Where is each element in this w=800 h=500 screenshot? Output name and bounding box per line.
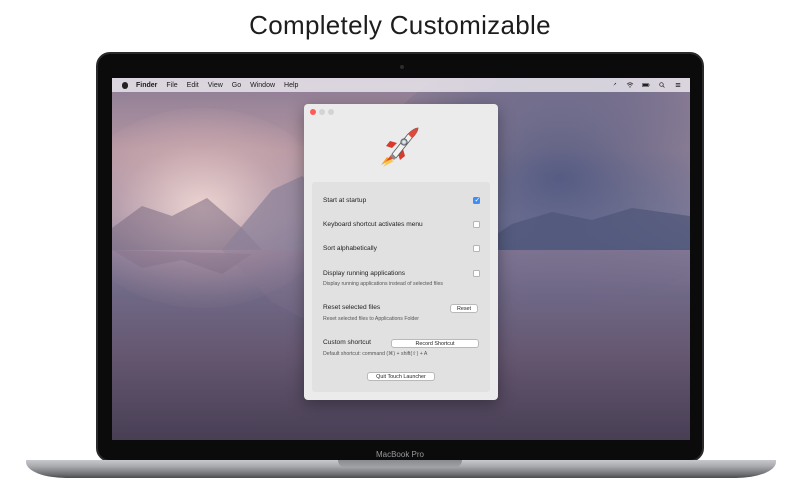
- reset-button[interactable]: Reset: [450, 304, 478, 313]
- headline: Completely Customizable: [249, 10, 551, 40]
- search-icon[interactable]: [658, 82, 666, 88]
- running-apps-checkbox[interactable]: [473, 270, 480, 277]
- setting-start-at-startup-label: Start at startup: [323, 197, 367, 204]
- setting-running-apps-label: Display running applications: [323, 270, 406, 277]
- rocket-icon: [381, 127, 419, 167]
- touch-launcher-window: Start at startup Keyboard shortcut activ…: [304, 104, 498, 400]
- battery-icon[interactable]: [642, 82, 650, 88]
- menu-view[interactable]: View: [208, 82, 223, 89]
- quit-button[interactable]: Quit Touch Launcher: [367, 372, 435, 381]
- menu-help[interactable]: Help: [284, 82, 298, 89]
- minimize-button[interactable]: [319, 109, 325, 115]
- menu-bar: Finder File Edit View Go Window Help: [112, 78, 690, 92]
- menu-edit[interactable]: Edit: [187, 82, 199, 89]
- laptop-lid: Finder File Edit View Go Window Help Sta…: [96, 52, 704, 462]
- settings-panel: Start at startup Keyboard shortcut activ…: [312, 182, 490, 392]
- menu-go[interactable]: Go: [232, 82, 241, 89]
- reset-selected-files-description: Reset selected files to Applications Fol…: [323, 316, 420, 322]
- record-shortcut-button[interactable]: Record Shortcut: [391, 339, 479, 348]
- setting-running-apps-description: Display running applications instead of …: [323, 281, 443, 287]
- apple-logo-icon[interactable]: [122, 81, 128, 89]
- laptop-notch: [338, 460, 462, 468]
- window-controls: [310, 109, 337, 115]
- menu-file[interactable]: File: [166, 82, 177, 89]
- camera-icon: [400, 65, 404, 69]
- zoom-button[interactable]: [328, 109, 334, 115]
- setting-sort-alphabetically-label: Sort alphabetically: [323, 245, 377, 252]
- launcher-rocket-icon[interactable]: [610, 82, 618, 88]
- custom-shortcut-description: Default shortcut: command (⌘) + shift(⇧)…: [323, 351, 428, 357]
- keyboard-shortcut-checkbox[interactable]: [473, 221, 480, 228]
- list-icon[interactable]: [674, 82, 682, 88]
- custom-shortcut-label: Custom shortcut: [323, 339, 372, 346]
- menu-window[interactable]: Window: [250, 82, 275, 89]
- sort-alphabetically-checkbox[interactable]: [473, 245, 480, 252]
- reset-selected-files-label: Reset selected files: [323, 304, 381, 311]
- device-label: MacBook Pro: [375, 450, 425, 459]
- marketing-stage: Completely Customizable Finder File Edit…: [0, 0, 800, 500]
- desktop-screen: Finder File Edit View Go Window Help Sta…: [112, 78, 690, 440]
- setting-keyboard-shortcut-label: Keyboard shortcut activates menu: [323, 221, 423, 228]
- menu-app-finder[interactable]: Finder: [136, 82, 157, 89]
- status-area: [602, 82, 682, 88]
- start-at-startup-checkbox[interactable]: [473, 196, 480, 204]
- wifi-icon[interactable]: [626, 82, 634, 88]
- close-button[interactable]: [310, 109, 316, 115]
